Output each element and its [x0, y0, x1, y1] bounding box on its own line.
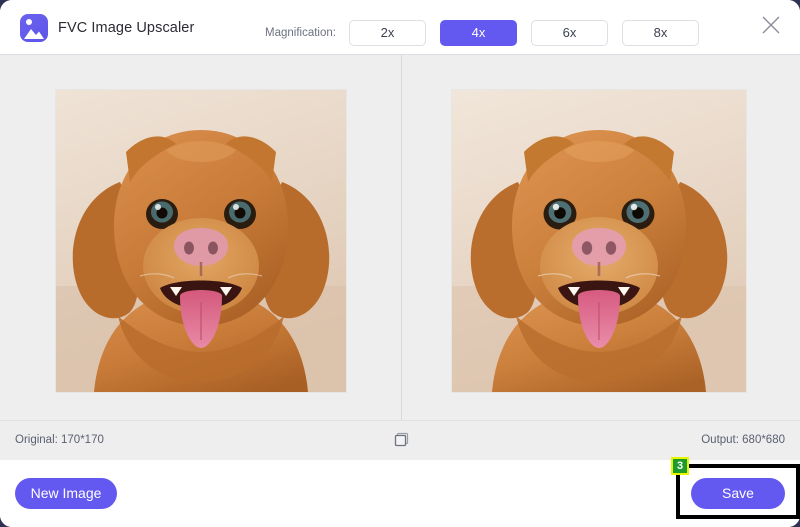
new-image-button[interactable]: New Image [15, 478, 117, 509]
magnification-option-6x[interactable]: 6x [531, 20, 608, 46]
original-pane [0, 55, 401, 420]
compare-squares-icon[interactable] [394, 432, 410, 448]
magnification-option-2x[interactable]: 2x [349, 20, 426, 46]
magnification-label: Magnification: [265, 27, 336, 39]
close-icon[interactable] [754, 8, 788, 42]
output-size-label: Output: 680*680 [701, 434, 785, 446]
dog-upscaled-preview [452, 90, 746, 392]
image-photo-icon [20, 14, 48, 42]
magnification-option-8x[interactable]: 8x [622, 20, 699, 46]
upscaled-pane [402, 55, 800, 420]
dog-original-preview [56, 90, 346, 392]
magnification-control: Magnification: 2x 4x 6x 8x [265, 20, 699, 46]
upscaler-dialog: FVC Image Upscaler Magnification: 2x 4x … [0, 0, 800, 527]
compare-area [0, 55, 800, 420]
page-title: FVC Image Upscaler [58, 20, 194, 36]
dialog-header: FVC Image Upscaler Magnification: 2x 4x … [0, 0, 800, 55]
logo-mountain-shape [24, 25, 44, 39]
magnification-options: 2x 4x 6x 8x [349, 20, 699, 46]
status-bar: Original: 170*170 Output: 680*680 [0, 420, 800, 460]
magnification-option-4x[interactable]: 4x [440, 20, 517, 46]
brand: FVC Image Upscaler [20, 14, 194, 42]
annotation-step-badge: 3 [671, 457, 689, 475]
original-size-label: Original: 170*170 [15, 434, 104, 446]
save-button[interactable]: Save [691, 478, 785, 509]
